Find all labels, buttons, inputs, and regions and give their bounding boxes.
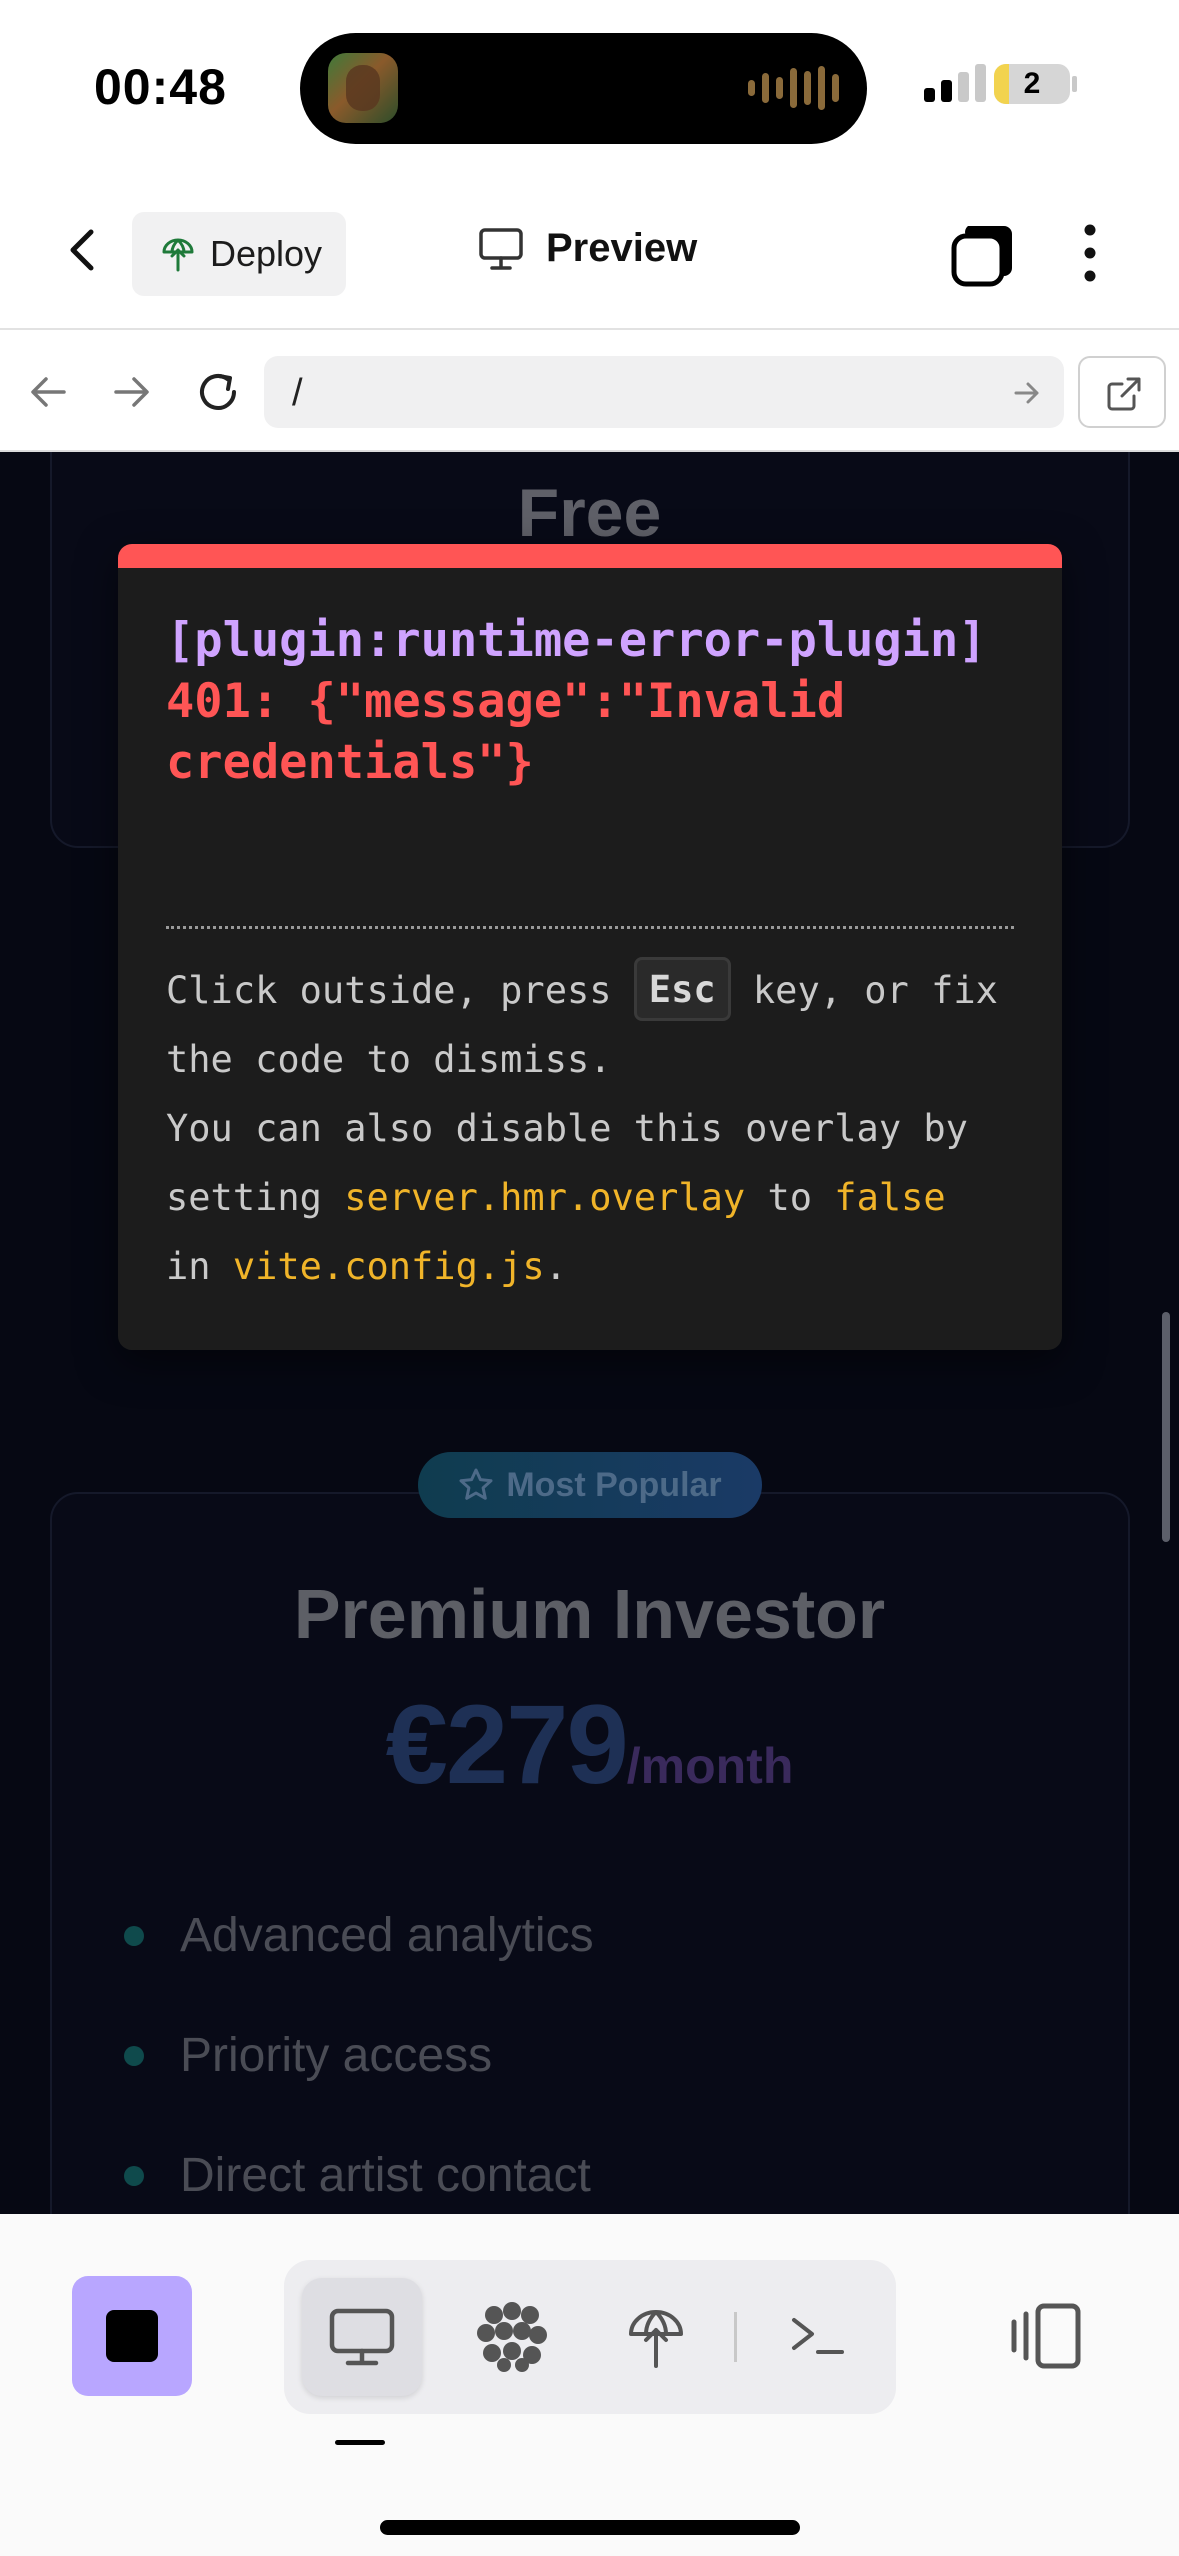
mode-separator xyxy=(734,2312,737,2362)
open-external-button[interactable] xyxy=(1078,356,1166,428)
url-input[interactable]: / xyxy=(264,356,1064,428)
free-plan-title: Free xyxy=(517,475,662,551)
most-popular-badge: Most Popular xyxy=(418,1452,762,1518)
app-header: Deploy Preview xyxy=(0,170,1179,330)
stop-icon xyxy=(106,2310,158,2362)
overlay-tip: Click outside, press Esc key, or fix the… xyxy=(166,956,1036,1301)
error-overlay[interactable]: [plugin:runtime-error-plugin] 401: {"mes… xyxy=(118,544,1062,1350)
bullet-dot xyxy=(124,2045,144,2066)
tip-code: server.hmr.overlay xyxy=(344,1176,746,1219)
error-plugin-name: [plugin:runtime-error-plugin] xyxy=(166,613,987,668)
preview-viewport[interactable]: Free Most Popular Premium Investor €279/… xyxy=(0,452,1179,2214)
clock-time: 00:48 xyxy=(94,59,227,115)
reload-icon xyxy=(200,374,236,410)
tip-text: Click outside, press xyxy=(166,969,634,1012)
premium-plan-title: Premium Investor xyxy=(293,1575,886,1653)
stop-button[interactable] xyxy=(72,2276,192,2396)
battery-level: 2 xyxy=(1023,67,1041,100)
back-button[interactable] xyxy=(55,220,115,280)
browser-forward-button[interactable] xyxy=(110,370,154,414)
tabs-button[interactable] xyxy=(950,222,1016,288)
deploy-globe-icon xyxy=(629,2310,683,2368)
feature-item: Direct artist contact xyxy=(124,2148,591,2203)
home-indicator[interactable] xyxy=(380,2520,800,2535)
arrow-right-icon xyxy=(114,377,149,407)
bottom-toolbar xyxy=(0,2214,1179,2556)
mode-switcher xyxy=(284,2260,896,2414)
badge-label: Most Popular xyxy=(506,1465,722,1504)
price-amount: €279 xyxy=(385,1682,629,1807)
chevron-left-icon xyxy=(70,229,94,271)
active-mode-indicator xyxy=(335,2440,385,2445)
battery-nub xyxy=(1072,76,1077,92)
ai-flower-icon xyxy=(477,2302,547,2372)
preview-title: Preview xyxy=(478,226,697,271)
browser-bar: / xyxy=(0,330,1179,452)
overlay-divider xyxy=(166,926,1014,929)
error-text: 401: {"message":"Invalid credentials"} xyxy=(166,674,874,790)
tip-text: to xyxy=(745,1176,835,1219)
feature-label: Priority access xyxy=(180,2029,493,2082)
tip-text: . xyxy=(544,1245,567,1288)
url-text: / xyxy=(292,372,303,414)
feature-label: Direct artist contact xyxy=(180,2149,591,2202)
layout-toggle-button[interactable] xyxy=(1008,2296,1088,2376)
tabs-stack-icon xyxy=(951,226,1012,287)
more-vertical-icon xyxy=(1084,224,1096,282)
reload-button[interactable] xyxy=(192,366,244,418)
monitor-icon xyxy=(329,2308,395,2366)
dynamic-island xyxy=(300,33,867,144)
external-link-icon xyxy=(1107,377,1141,411)
price-row: €279/month xyxy=(0,1680,1179,1809)
feature-label: Advanced analytics xyxy=(180,1909,594,1962)
go-arrow-icon[interactable] xyxy=(1012,378,1042,408)
console-button[interactable] xyxy=(758,2278,878,2396)
battery-icon: 2 xyxy=(994,64,1070,104)
deploy-mode-button[interactable] xyxy=(596,2278,716,2396)
bullet-dot xyxy=(124,1925,144,1946)
scrollbar-thumb[interactable] xyxy=(1162,1312,1170,1542)
terminal-icon xyxy=(792,2318,844,2354)
esc-key-badge: Esc xyxy=(633,956,731,1021)
preview-label: Preview xyxy=(546,226,698,270)
audio-waveform-icon xyxy=(748,65,839,111)
monitor-icon xyxy=(479,227,523,270)
deploy-label: Deploy xyxy=(210,233,323,274)
cellular-signal-icon xyxy=(924,62,986,102)
star-icon xyxy=(459,1468,493,1500)
tip-code: vite.config.js xyxy=(232,1245,545,1288)
desktop-preview-button[interactable] xyxy=(302,2278,422,2396)
panel-layout-icon xyxy=(1011,2303,1081,2369)
now-playing-artwork xyxy=(328,53,398,123)
feature-item: Advanced analytics xyxy=(124,1908,594,1963)
browser-back-button[interactable] xyxy=(26,370,70,414)
arrow-left-icon xyxy=(31,377,66,407)
price-period: /month xyxy=(626,1738,794,1794)
status-bar: 00:48 2 xyxy=(0,0,1179,170)
tip-code: false xyxy=(834,1176,946,1219)
more-options-button[interactable] xyxy=(1070,220,1110,286)
feature-item: Priority access xyxy=(124,2028,492,2083)
tip-text: in xyxy=(166,1245,233,1288)
ai-agent-button[interactable] xyxy=(452,2278,572,2396)
bullet-dot xyxy=(124,2165,144,2186)
error-message: [plugin:runtime-error-plugin] 401: {"mes… xyxy=(166,610,1026,793)
deploy-globe-icon xyxy=(162,238,194,272)
deploy-button[interactable]: Deploy xyxy=(132,212,346,296)
